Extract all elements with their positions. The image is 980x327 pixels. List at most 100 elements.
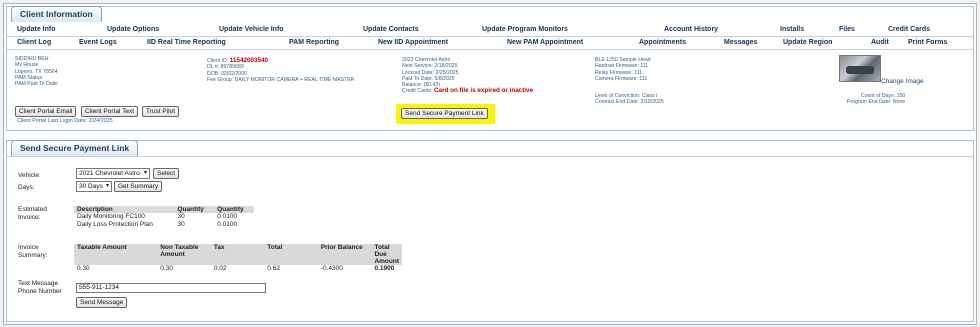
client-portal-last-login: Client Portal Last Login Date: 2/24/2025 (17, 118, 113, 124)
device-block: BLE 1250 Sample Head Handset Firmware: 1… (595, 57, 651, 82)
send-message-button[interactable]: Send Message (76, 297, 128, 308)
nav-iid-real-time-reporting[interactable]: IID Real Time Reporting (147, 39, 226, 46)
table-cell: 0.02 (213, 265, 227, 272)
nav-messages[interactable]: Messages (724, 39, 757, 46)
table-cell: 0.30 (160, 265, 173, 272)
send-secure-payment-link-tab[interactable]: Send Secure Payment Link (11, 140, 139, 156)
table-cell: Daily Loss Protection Plan (77, 221, 153, 228)
pam-paid-to-date: PAM Paid To Date: (15, 81, 59, 88)
invoice-label-line: Summary: (18, 252, 48, 259)
nav-print-forms[interactable]: Print Forms (908, 39, 947, 46)
vehicle-select-value: 2021 Chevrolet Astro (79, 170, 140, 177)
phone-number-input[interactable]: 555-911-1234 (76, 283, 266, 293)
table-row: Daily Monitoring FC100 30 0.0100 (74, 213, 254, 221)
nav-credit-cards[interactable]: Credit Cards (888, 26, 930, 33)
nav-update-info[interactable]: Update Info (17, 26, 56, 33)
table-header-row: Description Quantity Quantity (74, 206, 254, 213)
send-secure-payment-link-panel: Send Secure Payment Link (6, 140, 974, 322)
nav-new-iid-appointment[interactable]: New IID Appointment (378, 39, 448, 46)
estimated-label-line: Invoice: (18, 214, 41, 221)
conviction-block: Level of Conviction: Class I Contract En… (595, 93, 664, 106)
table-cell: -0.4300 (320, 265, 343, 272)
vehicle-block: 2023 Chevrolet Astro Next Service: 2/18/… (402, 57, 533, 95)
column-header: Total (264, 244, 318, 265)
nav-new-pam-appointment[interactable]: New PAM Appointment (507, 39, 583, 46)
nav-appointments[interactable]: Appointments (639, 39, 686, 46)
nav-update-vehicle-info[interactable]: Update Vehicle Info (219, 26, 284, 33)
chevron-down-icon: ▾ (143, 170, 147, 176)
nav-row-2: Client Log Event Logs IID Real Time Repo… (7, 38, 973, 50)
client-id-block: Client ID: 11542003540 DL #: 89789689 DO… (207, 57, 355, 83)
table-cell: 0.62 (267, 265, 280, 272)
days-select[interactable]: 30 Days ▾ (76, 181, 112, 192)
nav-client-log[interactable]: Client Log (17, 39, 51, 46)
vehicle-select[interactable]: 2021 Chevrolet Astro ▾ (76, 168, 150, 179)
column-header: Prior Balance (317, 244, 372, 265)
estimated-label-line: Estimated (18, 206, 47, 213)
credit-cards-label: Credit Cards: (402, 88, 433, 95)
table-row: Daily Loss Protection Plan 30 0.0100 (74, 221, 254, 229)
nav-row-1: Update Info Update Options Update Vehicl… (7, 25, 973, 37)
client-portal-text-button[interactable]: Client Portal Text (81, 106, 139, 117)
program-summary: Count of Days: 150 Program End Date: Non… (847, 93, 905, 106)
nav-pam-reporting[interactable]: PAM Reporting (289, 39, 339, 46)
invoice-summary-label: Invoice Summary: (18, 244, 48, 260)
client-information-panel: Client Information Update Info Update Op… (6, 6, 974, 131)
client-address-block: SIDDIHU BEH My House Lopeno, TX 78564 PA… (15, 56, 58, 87)
days-select-value: 30 Days (79, 183, 103, 190)
table-row: 0.30 0.30 0.02 0.62 -0.4300 0.1900 (74, 265, 402, 273)
send-secure-payment-link-button[interactable]: Send Secure Payment Link (401, 108, 488, 119)
camera-firmware: Camera Firmware: 111 (595, 75, 648, 82)
total-due-amount: 0.1900 (374, 265, 395, 272)
estimated-invoice-label: Estimated Invoice: (18, 206, 47, 222)
handset-firmware: Handset Firmware: 111 (595, 63, 649, 70)
credit-card-status: Card on file is expired or inactive (434, 87, 534, 95)
column-header: Description (74, 206, 175, 213)
estimated-invoice-table: Description Quantity Quantity Daily Moni… (74, 206, 254, 229)
vehicle-label: Vehicle: (18, 172, 41, 179)
panel-divider (7, 156, 973, 157)
chevron-down-icon: ▾ (105, 183, 109, 189)
column-header: Quantity (174, 206, 215, 213)
nav-files[interactable]: Files (839, 26, 855, 33)
nav-update-region[interactable]: Update Region (783, 39, 832, 46)
select-button[interactable]: Select (153, 168, 180, 179)
get-summary-button[interactable]: Get Summary (114, 181, 163, 192)
vehicle-photo[interactable] (839, 55, 881, 82)
table-cell: 0.30 (77, 265, 90, 272)
nav-update-contacts[interactable]: Update Contacts (363, 26, 419, 33)
nav-update-program-monitors[interactable]: Update Program Monitors (482, 26, 568, 33)
change-image-link[interactable]: Change Image (881, 78, 924, 85)
table-cell: Daily Monitoring FC100 (77, 213, 145, 220)
fee-group: Fee Group: DAILY MONITOR CAMERA + REAL T… (207, 76, 355, 83)
table-cell: 30 (177, 221, 185, 228)
table-cell: 0.0100 (217, 221, 238, 228)
table-header-row: Taxable Amount Non Taxable Amount Tax To… (74, 244, 402, 265)
nav-installs[interactable]: Installs (780, 26, 804, 33)
client-id-value: 11542003540 (229, 57, 268, 64)
contract-end-date: Contract End Date: 3/10/2025 (595, 99, 664, 106)
column-header: Total Due Amount (371, 244, 402, 265)
column-header: Taxable Amount (74, 244, 158, 265)
page-frame: Client Information Update Info Update Op… (3, 3, 977, 325)
text-message-label: Text Message Phone Number (18, 280, 62, 296)
client-information-tab[interactable]: Client Information (11, 6, 102, 22)
text-label-line: Phone Number (18, 288, 62, 295)
invoice-summary-table: Taxable Amount Non Taxable Amount Tax To… (74, 244, 402, 273)
nav-audit[interactable]: Audit (871, 39, 889, 46)
nav-event-logs[interactable]: Event Logs (79, 39, 117, 46)
program-end-date: Program End Date: None (847, 99, 906, 106)
client-portal-email-button[interactable]: Client Portal Email (15, 106, 77, 117)
column-header: Tax (210, 244, 265, 265)
address-line: Lopeno, TX 78564 (15, 68, 58, 75)
column-header: Non Taxable Amount (157, 244, 211, 265)
days-label: Days: (18, 184, 35, 191)
client-id-label: Client ID: (207, 58, 229, 64)
column-header: Quantity (214, 206, 254, 213)
table-cell: 30 (177, 213, 185, 220)
trust-pilot-button[interactable]: Trust Pilot (142, 106, 180, 117)
nav-account-history[interactable]: Account History (664, 26, 718, 33)
text-label-line: Text Message (18, 280, 59, 287)
invoice-label-line: Invoice (18, 244, 39, 251)
nav-update-options[interactable]: Update Options (107, 26, 159, 33)
